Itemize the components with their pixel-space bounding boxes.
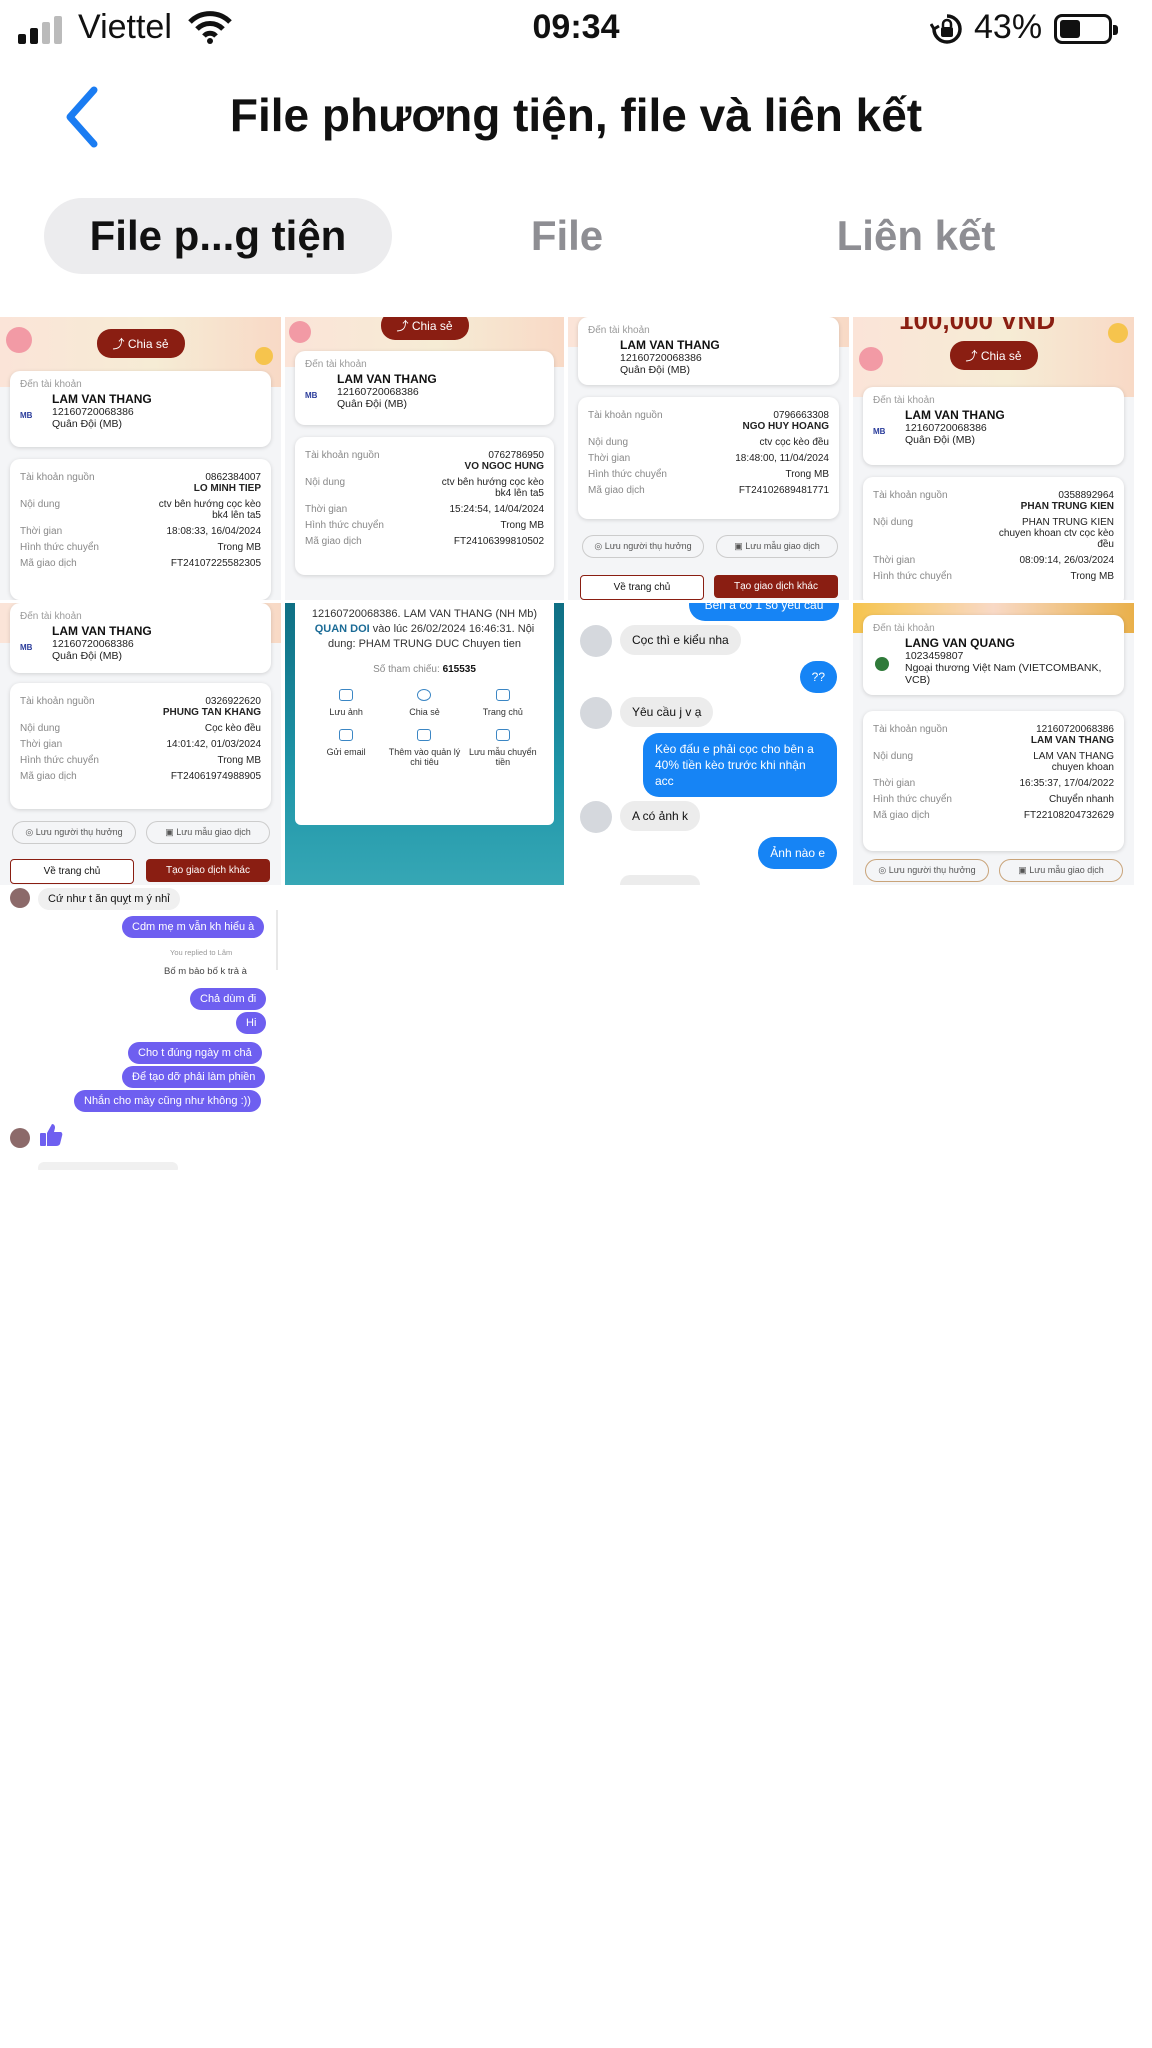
tab-media[interactable]: File p...g tiện <box>44 198 392 274</box>
share-button: ⤴ Chia sẻ <box>96 329 185 358</box>
battery-icon <box>1054 14 1118 44</box>
media-thumbnail[interactable]: 100,000 VND ⤴ Chia sẻ Đến tài khoản LAM … <box>853 317 1134 600</box>
mb-bank-logo: MB <box>873 427 886 436</box>
media-thumbnail[interactable]: Đến tài khoản LAM VAN THANG 121607200683… <box>0 603 281 885</box>
media-thumbnail[interactable]: Cứ như t ăn quỵt m ý nhỉ Cdm mẹ m vẫn kh… <box>0 888 281 1170</box>
cellular-signal-icon <box>18 14 62 44</box>
save-beneficiary-button: ◎ Lưu người thụ hưởng <box>12 821 136 844</box>
mb-bank-logo: MB <box>305 391 318 400</box>
avatar <box>580 801 612 833</box>
expense-icon: Thêm vào quản lý chi tiêu <box>385 729 463 767</box>
home-icon: Trang chủ <box>464 689 542 717</box>
save-image-icon: Lưu ảnh <box>307 689 385 717</box>
media-thumbnail[interactable]: Đến tài khoản LAM VAN THANG 121607200683… <box>568 317 849 600</box>
media-thumbnail[interactable]: Bên a có 1 số yêu cầu Cọc thì e kiểu nha… <box>568 603 849 885</box>
carrier-name: Viettel <box>78 8 172 46</box>
avatar <box>580 625 612 657</box>
media-thumbnail[interactable]: Đến tài khoản LANG VAN QUANG 1023459807 … <box>853 603 1134 885</box>
mb-bank-logo: MB <box>20 643 33 652</box>
home-button: Về trang chủ <box>10 859 134 884</box>
mb-bank-logo: MB <box>20 411 33 420</box>
thumbs-up-icon <box>40 1124 63 1146</box>
share-button: ⤴ Chia sẻ <box>949 341 1038 370</box>
amount-banner: 100,000 VND <box>899 317 1056 335</box>
vietcombank-logo <box>875 657 889 671</box>
new-transaction-button: Tạo giao dịch khác <box>146 859 270 882</box>
save-template-button: ▣ Lưu mẫu giao dịch <box>999 859 1123 882</box>
save-template-button: ▣ Lưu mẫu giao dịch <box>146 821 270 844</box>
share-icon: Chia sẻ <box>385 689 463 717</box>
tab-links[interactable]: Liên kết <box>742 198 1090 274</box>
save-template-button: ▣ Lưu mẫu giao dịch <box>716 535 838 558</box>
save-beneficiary-button: ◎ Lưu người thụ hưởng <box>582 535 704 558</box>
avatar <box>580 697 612 729</box>
share-button: ⤴ Chia sẻ <box>380 317 469 340</box>
back-chevron-icon[interactable] <box>58 84 108 150</box>
status-bar: Viettel 09:34 43% <box>0 0 1152 58</box>
battery-percentage: 43% <box>974 8 1043 46</box>
tab-files[interactable]: File <box>393 198 741 274</box>
new-transaction-button: Tạo giao dịch khác <box>714 575 838 598</box>
email-icon: Gửi email <box>307 729 385 767</box>
save-template-icon: Lưu mẫu chuyển tiền <box>464 729 542 767</box>
save-beneficiary-button: ◎ Lưu người thụ hưởng <box>865 859 989 882</box>
page-title: File phương tiện, file và liên kết <box>229 89 923 141</box>
orientation-lock-icon <box>930 14 962 44</box>
media-thumbnail[interactable]: ⤴ Chia sẻ Đến tài khoản LAM VAN THANG 12… <box>0 317 281 600</box>
media-thumbnail[interactable]: 12160720068386. LAM VAN THANG (NH Mb) QU… <box>285 603 564 885</box>
home-button: Về trang chủ <box>580 575 704 600</box>
media-thumbnail[interactable]: ⤴ Chia sẻ Đến tài khoản LAM VAN THANG 12… <box>285 317 564 600</box>
wifi-icon <box>188 11 232 44</box>
